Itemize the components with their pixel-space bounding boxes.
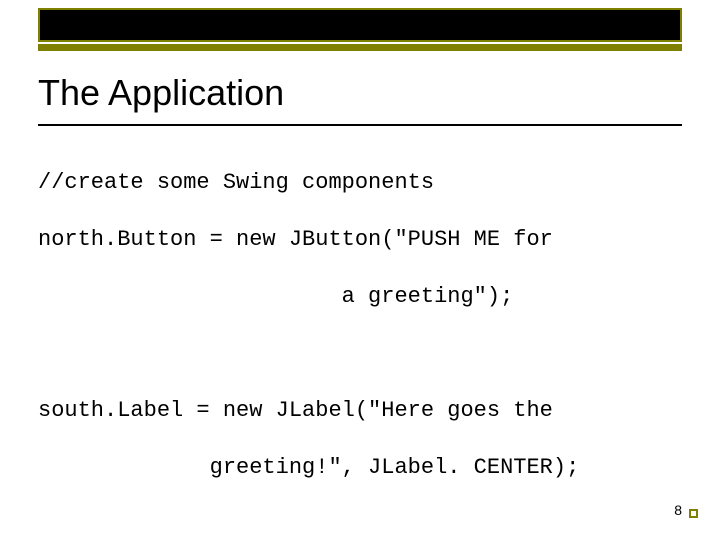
code-blank-line bbox=[38, 511, 682, 539]
page-number: 8 bbox=[674, 502, 682, 518]
slide-body: //create some Swing components north.But… bbox=[38, 140, 682, 540]
header-accent bbox=[38, 44, 682, 51]
slide: The Application //create some Swing comp… bbox=[0, 0, 720, 540]
code-line: north.Button = new JButton("PUSH ME for bbox=[38, 226, 682, 255]
code-line: south.Label = new JLabel("Here goes the bbox=[38, 397, 682, 426]
code-line: a greeting"); bbox=[38, 283, 682, 312]
code-block: //create some Swing components north.But… bbox=[38, 140, 682, 540]
title-underline bbox=[38, 124, 682, 126]
code-line: //create some Swing components bbox=[38, 169, 682, 198]
code-blank-line bbox=[38, 340, 682, 368]
slide-title: The Application bbox=[38, 72, 682, 114]
page-marker-icon bbox=[689, 509, 698, 518]
header-bar bbox=[38, 8, 682, 42]
code-line: greeting!", JLabel. CENTER); bbox=[38, 454, 682, 483]
